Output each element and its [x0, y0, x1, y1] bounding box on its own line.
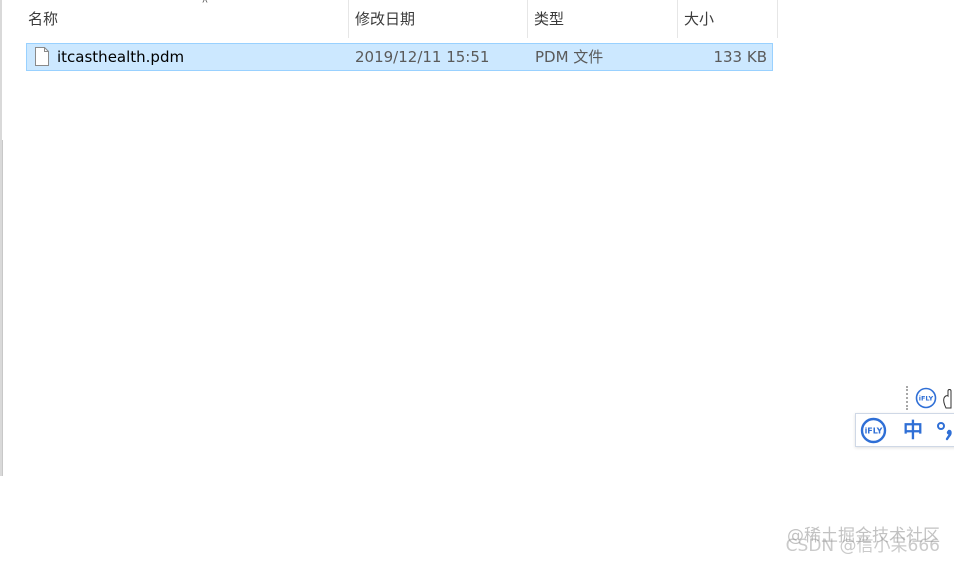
ime-toolbar[interactable]: iFLY 中: [855, 413, 954, 447]
file-modified-date: 2019/12/11 15:51: [355, 48, 490, 66]
file-type: PDM 文件: [535, 48, 604, 66]
document-icon: [35, 47, 49, 66]
ifly-logo-text: iFLY: [865, 427, 883, 436]
ifly-mini-icon[interactable]: iFLY: [915, 387, 937, 409]
scrollbar-track: [2, 140, 3, 476]
column-header-size[interactable]: 大小: [678, 0, 778, 38]
column-header-type-label: 类型: [534, 10, 565, 28]
file-size: 133 KB: [713, 48, 767, 66]
column-header-name-label: 名称: [28, 10, 59, 28]
column-header-type[interactable]: 类型: [528, 0, 678, 38]
file-name: itcasthealth.pdm: [57, 48, 185, 66]
sort-ascending-icon: ^: [202, 0, 208, 9]
column-header-date[interactable]: 修改日期: [349, 0, 528, 38]
watermark-csdn: CSDN @信小呆666: [785, 536, 940, 556]
hand-cursor-icon: [943, 389, 952, 409]
file-row[interactable]: itcasthealth.pdm 2019/12/11 15:51 PDM 文件…: [26, 43, 773, 71]
column-header-size-label: 大小: [684, 10, 715, 28]
ime-drag-handle[interactable]: [906, 386, 910, 410]
column-header-date-label: 修改日期: [355, 10, 416, 28]
punctuation-mode-icon[interactable]: [936, 420, 954, 442]
column-header: 名称 ^ 修改日期 类型 大小: [22, 0, 778, 38]
ifly-logo-icon[interactable]: iFLY: [860, 417, 887, 444]
ifly-mini-text: iFLY: [919, 395, 934, 403]
column-header-name[interactable]: 名称: [22, 0, 349, 38]
ime-language-toggle[interactable]: 中: [903, 416, 923, 444]
